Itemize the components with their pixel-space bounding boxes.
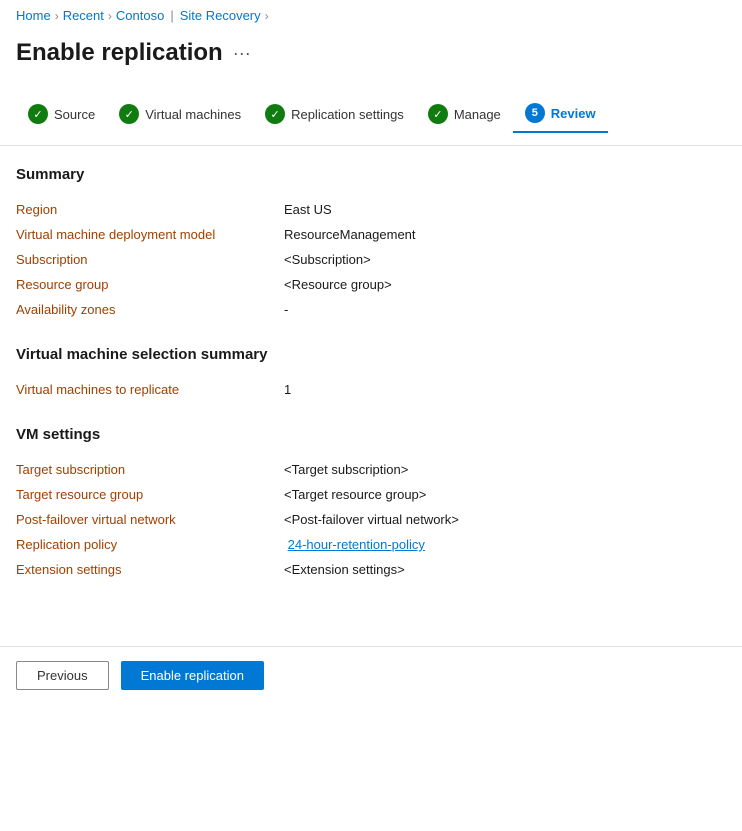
replication-policy-link[interactable]: 24-hour-retention-policy xyxy=(288,537,425,552)
label-target-resource-group: Target resource group xyxy=(16,482,276,507)
step-label-vms: Virtual machines xyxy=(145,107,241,122)
vm-selection-table: Virtual machines to replicate 1 xyxy=(16,377,726,402)
ellipsis-icon[interactable]: ··· xyxy=(233,43,251,64)
label-deployment-model: Virtual machine deployment model xyxy=(16,222,276,247)
step-number-review: 5 xyxy=(525,103,545,123)
step-virtual-machines[interactable]: ✓ Virtual machines xyxy=(107,96,253,132)
step-check-source: ✓ xyxy=(28,104,48,124)
vm-settings-section: VM settings Target subscription <Target … xyxy=(16,426,726,582)
breadcrumb-contoso[interactable]: Contoso xyxy=(116,8,164,23)
value-resource-group: <Resource group> xyxy=(276,272,726,297)
value-replication-policy: 24-hour-retention-policy xyxy=(276,532,726,557)
vm-selection-title: Virtual machine selection summary xyxy=(16,346,726,363)
footer: Previous Enable replication xyxy=(0,647,742,704)
value-vms-to-replicate: 1 xyxy=(276,377,726,402)
value-region: East US xyxy=(276,197,726,222)
page-title: Enable replication xyxy=(16,39,223,67)
label-availability-zones: Availability zones xyxy=(16,297,276,322)
breadcrumb-sep-3: › xyxy=(265,9,269,23)
breadcrumb-sep-1: › xyxy=(55,9,59,23)
content-area: Summary Region East US Virtual machine d… xyxy=(0,146,742,626)
vm-selection-section: Virtual machine selection summary Virtua… xyxy=(16,346,726,402)
breadcrumb-home[interactable]: Home xyxy=(16,8,51,23)
step-label-review: Review xyxy=(551,106,596,121)
enable-replication-button[interactable]: Enable replication xyxy=(121,661,264,690)
label-region: Region xyxy=(16,197,276,222)
page-header: Enable replication ··· xyxy=(0,31,742,83)
label-vms-to-replicate: Virtual machines to replicate xyxy=(16,377,276,402)
value-post-failover-vnet: <Post-failover virtual network> xyxy=(276,507,726,532)
value-extension-settings: <Extension settings> xyxy=(276,557,726,582)
step-replication-settings[interactable]: ✓ Replication settings xyxy=(253,96,416,132)
step-source[interactable]: ✓ Source xyxy=(16,96,107,132)
step-label-manage: Manage xyxy=(454,107,501,122)
previous-button[interactable]: Previous xyxy=(16,661,109,690)
summary-section: Summary Region East US Virtual machine d… xyxy=(16,166,726,322)
step-label-replication: Replication settings xyxy=(291,107,404,122)
step-check-replication: ✓ xyxy=(265,104,285,124)
vm-settings-title: VM settings xyxy=(16,426,726,443)
breadcrumb: Home › Recent › Contoso | Site Recovery … xyxy=(0,0,742,31)
value-subscription: <Subscription> xyxy=(276,247,726,272)
value-availability-zones: - xyxy=(276,297,726,322)
step-manage[interactable]: ✓ Manage xyxy=(416,96,513,132)
label-subscription: Subscription xyxy=(16,247,276,272)
label-replication-policy: Replication policy xyxy=(16,532,276,557)
step-check-vms: ✓ xyxy=(119,104,139,124)
breadcrumb-site-recovery[interactable]: Site Recovery xyxy=(180,8,261,23)
label-extension-settings: Extension settings xyxy=(16,557,276,582)
value-target-subscription: <Target subscription> xyxy=(276,457,726,482)
steps-bar: ✓ Source ✓ Virtual machines ✓ Replicatio… xyxy=(0,83,742,146)
breadcrumb-recent[interactable]: Recent xyxy=(63,8,104,23)
vm-settings-table: Target subscription <Target subscription… xyxy=(16,457,726,582)
label-resource-group: Resource group xyxy=(16,272,276,297)
label-target-subscription: Target subscription xyxy=(16,457,276,482)
value-deployment-model: ResourceManagement xyxy=(276,222,726,247)
breadcrumb-sep-2: › xyxy=(108,9,112,23)
summary-title: Summary xyxy=(16,166,726,183)
step-review[interactable]: 5 Review xyxy=(513,95,608,133)
step-label-source: Source xyxy=(54,107,95,122)
summary-table: Region East US Virtual machine deploymen… xyxy=(16,197,726,322)
step-check-manage: ✓ xyxy=(428,104,448,124)
value-target-resource-group: <Target resource group> xyxy=(276,482,726,507)
label-post-failover-vnet: Post-failover virtual network xyxy=(16,507,276,532)
